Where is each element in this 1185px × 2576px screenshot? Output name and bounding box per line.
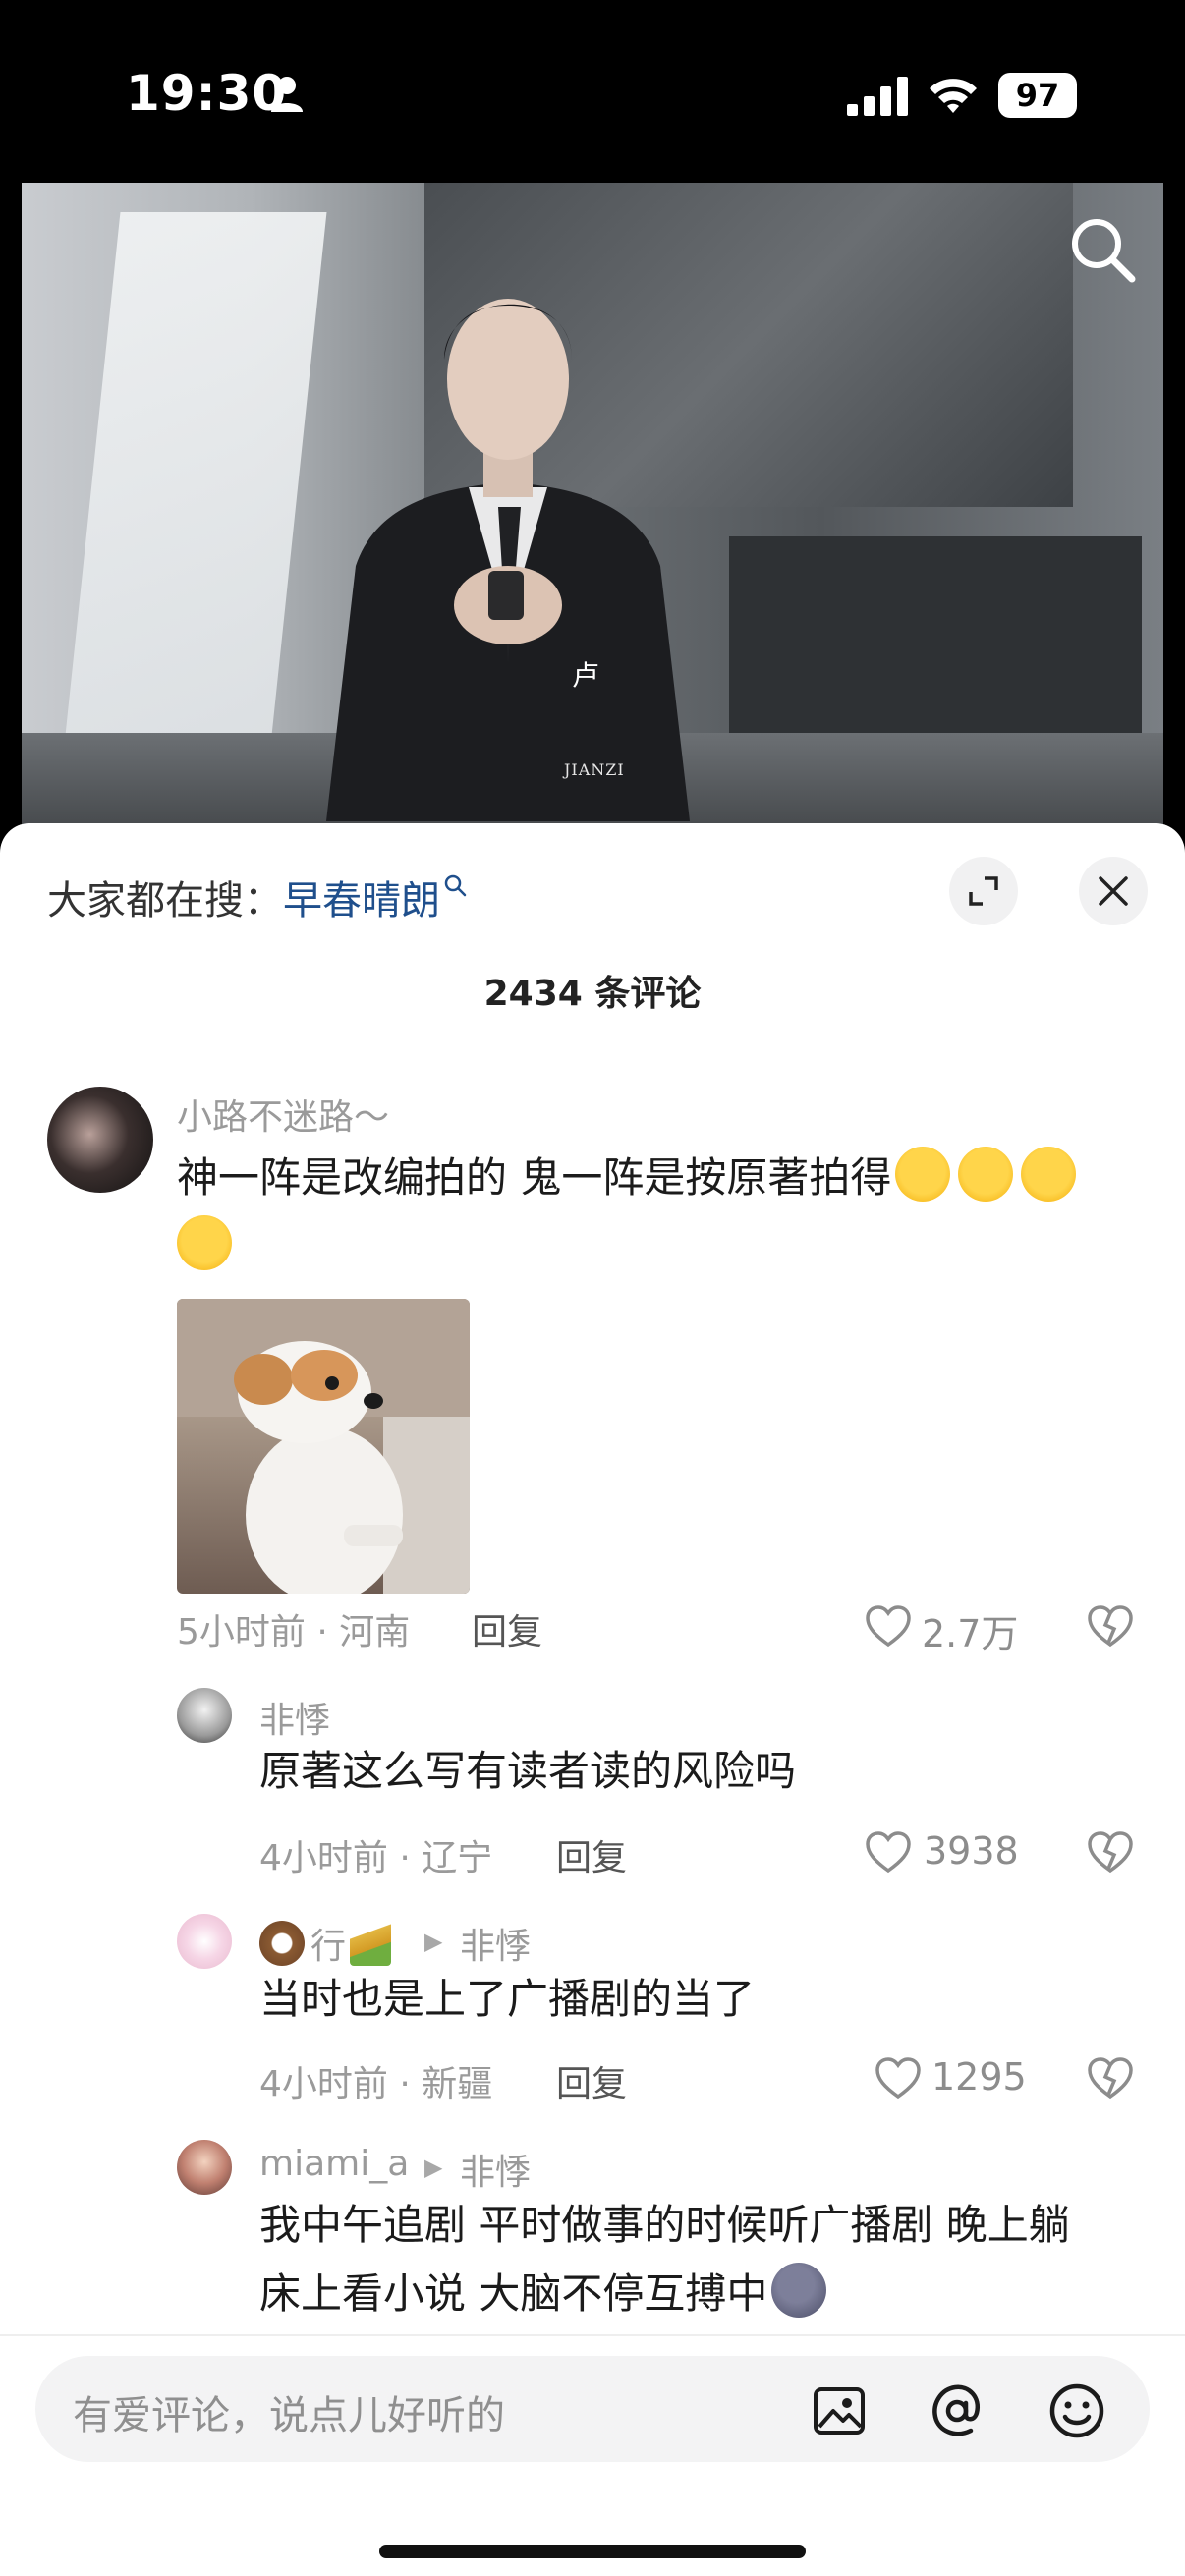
dislike-icon[interactable] — [1087, 1831, 1134, 1875]
reply-username[interactable]: 行 — [259, 1918, 392, 1969]
comment-input-placeholder: 有爱评论，说点儿好听的 — [73, 2393, 505, 2438]
dislike-icon[interactable] — [1087, 1605, 1134, 1649]
reply-username[interactable]: 非悸 — [259, 1692, 330, 1743]
trending-search[interactable]: 大家都在搜：早春晴朗 — [47, 868, 468, 925]
status-bar: 19:30 97 — [0, 0, 1185, 182]
reply-text: 原著这么写有读者读的风险吗 — [259, 1747, 797, 1795]
rice-emoji-icon — [350, 1921, 392, 1966]
trending-keyword[interactable]: 早春晴朗 — [283, 878, 440, 924]
comment-input-bar: 有爱评论，说点儿好听的 — [0, 2334, 1185, 2576]
reply-text-line: 床上看小说 大脑不停互搏中 — [259, 2269, 768, 2318]
trending-prefix: 大家都在搜： — [47, 878, 283, 924]
search-icon — [444, 874, 467, 897]
reply-button[interactable]: 回复 — [472, 1603, 542, 1654]
laughing-emoji-icon — [1021, 1147, 1077, 1202]
close-icon — [1099, 876, 1128, 906]
reply-username[interactable]: miami_a — [259, 2144, 409, 2184]
moon-face-emoji-icon — [771, 2263, 827, 2318]
video-watermark: JIANZI — [564, 760, 625, 779]
at-icon[interactable] — [928, 2381, 987, 2440]
comment-sheet: 大家都在搜：早春晴朗 2434 条评论 小路不迷路～ 神一阵是改编拍的 鬼一阵是… — [0, 823, 1185, 2576]
laughing-emoji-icon — [177, 1215, 232, 1270]
heart-icon[interactable] — [875, 2057, 922, 2100]
heart-icon[interactable] — [865, 1831, 912, 1875]
reply-to-username[interactable]: 非悸 — [460, 2144, 531, 2195]
heart-icon[interactable] — [865, 1605, 912, 1649]
avatar[interactable] — [177, 2140, 232, 2195]
coconut-emoji-icon — [259, 1921, 305, 1966]
like-count: 1295 — [931, 2055, 1027, 2099]
close-button[interactable] — [1079, 857, 1148, 925]
reply-text: 我中午追剧 平时做事的时候听广播剧 晚上躺 床上看小说 大脑不停互搏中 — [259, 2191, 1070, 2328]
comment-sticker-image[interactable] — [177, 1299, 470, 1594]
like-count: 2.7万 — [922, 1612, 1019, 1655]
avatar[interactable] — [177, 1688, 232, 1743]
image-icon[interactable] — [812, 2383, 867, 2438]
video-person — [326, 299, 690, 821]
wifi-icon — [930, 79, 977, 113]
laughing-emoji-icon — [958, 1147, 1014, 1202]
reply-arrow-icon: ▶ — [424, 1928, 443, 1955]
status-time: 19:30 — [126, 65, 288, 122]
signal-icon — [847, 77, 908, 116]
dog-sticker-icon — [177, 1299, 470, 1594]
person-icon — [271, 77, 303, 112]
comment-text-line: 神一阵是改编拍的 鬼一阵是按原著拍得 — [177, 1153, 892, 1202]
comment-username[interactable]: 小路不迷路～ — [177, 1089, 389, 1140]
reply-time-location: 4小时前 · 辽宁 — [259, 1838, 493, 1878]
avatar[interactable] — [47, 1087, 153, 1193]
reply-text: 当时也是上了广播剧的当了 — [259, 1975, 756, 2023]
battery-indicator: 97 — [998, 73, 1077, 118]
reply-button[interactable]: 回复 — [556, 2055, 627, 2106]
reply-text-line: 我中午追剧 平时做事的时候听广播剧 晚上躺 — [259, 2201, 1070, 2249]
reply-arrow-icon: ▶ — [424, 2154, 443, 2181]
reply-time-location: 4小时前 · 新疆 — [259, 2064, 493, 2104]
laughing-emoji-icon — [895, 1147, 951, 1202]
video-subtitle: 卢 — [572, 659, 600, 692]
comment-time-location: 5小时前 · 河南 — [177, 1612, 411, 1652]
comment-count: 2434 条评论 — [483, 974, 702, 1014]
comment-text: 神一阵是改编拍的 鬼一阵是按原著拍得 — [177, 1144, 1080, 1281]
reply-button[interactable]: 回复 — [556, 1829, 627, 1880]
home-indicator[interactable] — [379, 2545, 806, 2558]
comment-input[interactable]: 有爱评论，说点儿好听的 — [35, 2356, 1150, 2462]
avatar[interactable] — [177, 1914, 232, 1969]
expand-icon — [969, 876, 998, 906]
expand-button[interactable] — [949, 857, 1018, 925]
dislike-icon[interactable] — [1087, 2057, 1134, 2100]
emoji-icon[interactable] — [1047, 2381, 1106, 2440]
search-icon[interactable] — [1067, 214, 1138, 285]
like-count: 3938 — [924, 1829, 1019, 1873]
video-player[interactable]: 卢 JIANZI — [22, 183, 1163, 861]
reply-to-username[interactable]: 非悸 — [460, 1918, 531, 1969]
